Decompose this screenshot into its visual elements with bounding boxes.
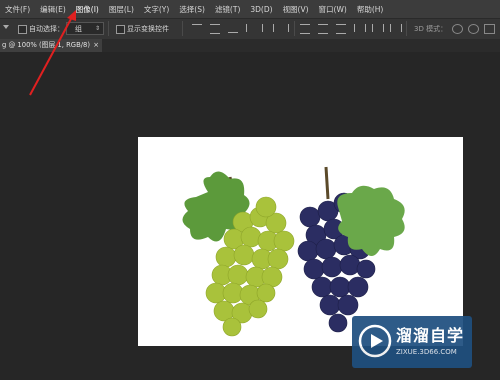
watermark: 溜溜自学 ZIXUE.3D66.COM (352, 316, 472, 368)
watermark-brand: 溜溜自学 (396, 326, 465, 345)
watermark-url: ZIXUE.3D66.COM (396, 348, 457, 356)
play-logo-icon (358, 324, 392, 358)
